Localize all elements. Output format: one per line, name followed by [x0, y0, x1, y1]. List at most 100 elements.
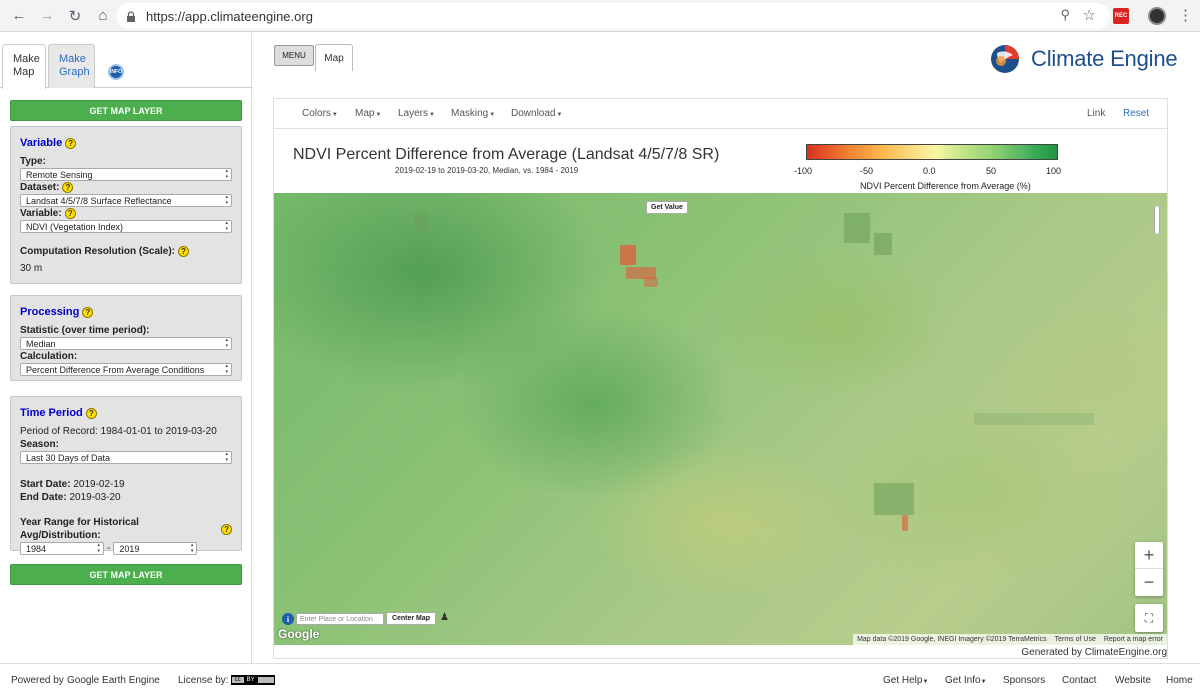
legend-tick: 0.0: [923, 166, 936, 176]
globe-logo-icon: [989, 43, 1021, 75]
back-icon[interactable]: ←: [8, 5, 30, 27]
info-icon[interactable]: INFO: [108, 64, 124, 80]
help-icon[interactable]: ?: [221, 523, 232, 535]
nav-masking[interactable]: Masking▼: [451, 108, 495, 119]
footer-home[interactable]: Home: [1166, 675, 1193, 686]
attribution-text: Map data ©2019 Google, INEGI Imagery ©20…: [857, 636, 1047, 643]
footer-sponsors[interactable]: Sponsors: [1003, 675, 1045, 686]
menu-button[interactable]: MENU: [274, 45, 314, 66]
creative-commons-icon[interactable]: cc BY: [230, 675, 275, 686]
year-from-select[interactable]: 1984: [20, 542, 104, 555]
browser-menu-icon[interactable]: ⋮: [1178, 6, 1193, 24]
extension-icon[interactable]: REC: [1113, 8, 1129, 24]
help-icon[interactable]: ?: [64, 208, 76, 219]
map-title: NDVI Percent Difference from Average (La…: [293, 146, 720, 163]
footer-contact[interactable]: Contact: [1062, 675, 1096, 686]
get-value-button[interactable]: Get Value: [646, 201, 688, 214]
processing-panel: Processing? Statistic (over time period)…: [10, 295, 242, 381]
terms-link[interactable]: Terms of Use: [1055, 636, 1096, 643]
bookmark-star-icon[interactable]: ☆: [1083, 6, 1096, 24]
fullscreen-icon[interactable]: ⛶: [1135, 604, 1163, 632]
location-info-icon[interactable]: i: [282, 613, 294, 625]
map-patch: [902, 515, 908, 531]
year-separator: -: [107, 543, 111, 554]
type-label: Type:: [20, 156, 46, 167]
color-legend-bar: [806, 144, 1058, 160]
year-to-select[interactable]: 2019: [113, 542, 198, 555]
resolution-label: Computation Resolution (Scale):?: [20, 245, 232, 258]
footer-get-help[interactable]: Get Help▼: [883, 675, 928, 686]
footer: Powered by Google Earth Engine License b…: [0, 663, 1200, 698]
home-icon[interactable]: ⌂: [92, 5, 114, 27]
map-navbar: Colors▼ Map▼ Layers▼ Masking▼ Download▼ …: [274, 99, 1167, 129]
type-select[interactable]: Remote Sensing: [20, 168, 232, 181]
variable-label: Variable:?: [20, 207, 232, 220]
help-icon[interactable]: ?: [62, 182, 74, 193]
nav-reset[interactable]: Reset: [1123, 108, 1149, 119]
get-map-layer-button-bottom[interactable]: GET MAP LAYER: [10, 564, 242, 585]
dataset-select[interactable]: Landsat 4/5/7/8 Surface Reflectance: [20, 194, 232, 207]
pegman-icon[interactable]: ♟: [440, 612, 449, 623]
footer-website[interactable]: Website: [1115, 675, 1151, 686]
nav-colors[interactable]: Colors▼: [302, 108, 338, 119]
help-icon[interactable]: ?: [178, 246, 189, 257]
legend-tick: -50: [860, 166, 874, 176]
mode-tabs: Make Map Make Graph INFO: [0, 44, 252, 89]
nav-download[interactable]: Download▼: [511, 108, 562, 119]
map-field: [974, 413, 1094, 425]
opacity-slider[interactable]: [1154, 205, 1160, 235]
processing-heading: Processing?: [20, 306, 232, 318]
start-date-row: Start Date: 2019-02-19: [20, 479, 125, 490]
legend-tick: 100: [1046, 166, 1062, 176]
end-date-value[interactable]: 2019-03-20: [69, 492, 120, 503]
start-date-value[interactable]: 2019-02-19: [73, 479, 124, 490]
variable-select[interactable]: NDVI (Vegetation Index): [20, 220, 232, 233]
year-range-row: 1984 - 2019: [20, 542, 232, 555]
season-select[interactable]: Last 30 Days of Data: [20, 451, 232, 464]
google-logo: Google: [278, 627, 320, 641]
nav-link[interactable]: Link: [1087, 108, 1105, 119]
map-field: [844, 213, 870, 243]
help-icon[interactable]: ?: [65, 137, 77, 149]
end-date-row: End Date: 2019-03-20: [20, 492, 121, 503]
tab-map[interactable]: Map: [315, 44, 353, 71]
location-search-input[interactable]: Enter Place or Location: [296, 613, 384, 625]
legend-title: NDVI Percent Difference from Average (%): [860, 181, 1031, 191]
map-container: Colors▼ Map▼ Layers▼ Masking▼ Download▼ …: [273, 98, 1168, 659]
zoom-icon[interactable]: ⚲: [1060, 7, 1070, 23]
nav-layers[interactable]: Layers▼: [398, 108, 435, 119]
license-label: License by: cc BY: [178, 675, 275, 686]
statistic-label: Statistic (over time period):: [20, 325, 150, 336]
statistic-select[interactable]: Median: [20, 337, 232, 350]
forward-icon[interactable]: →: [36, 5, 58, 27]
footer-get-info[interactable]: Get Info▼: [945, 675, 987, 686]
map-patch: [644, 277, 658, 287]
help-icon[interactable]: ?: [82, 306, 94, 318]
time-period-panel: Time Period? Period of Record: 1984-01-0…: [10, 396, 242, 555]
report-error-link[interactable]: Report a map error: [1104, 636, 1163, 643]
zoom-out-icon[interactable]: −: [1135, 569, 1163, 596]
help-icon[interactable]: ?: [85, 407, 97, 419]
reload-icon[interactable]: ↻: [64, 5, 86, 27]
zoom-in-icon[interactable]: +: [1135, 542, 1163, 569]
center-map-button[interactable]: Center Map: [386, 612, 436, 625]
profile-avatar[interactable]: [1148, 7, 1166, 25]
nav-map[interactable]: Map▼: [355, 108, 381, 119]
address-bar[interactable]: https://app.climateengine.org ⚲ ☆: [116, 3, 1110, 29]
calculation-label: Calculation:: [20, 351, 78, 362]
period-of-record: Period of Record: 1984-01-01 to 2019-03-…: [20, 426, 217, 437]
left-panel: Make Map Make Graph INFO GET MAP LAYER V…: [0, 33, 252, 663]
get-map-layer-button-top[interactable]: GET MAP LAYER: [10, 100, 242, 121]
tab-make-map[interactable]: Make Map: [2, 44, 46, 89]
ndvi-map-canvas[interactable]: Get Value + − ⛶ i Enter Place or Locatio…: [274, 193, 1167, 645]
climate-engine-logo[interactable]: Climate Engine: [989, 43, 1178, 75]
google-earth-engine-link[interactable]: Google Earth Engine: [67, 675, 160, 686]
map-field: [874, 483, 914, 515]
tab-make-graph[interactable]: Make Graph: [48, 44, 95, 88]
powered-by-label: Powered by: [11, 675, 64, 686]
map-field: [414, 213, 428, 231]
year-range-label: Year Range for Historical Avg/Distributi…: [20, 516, 232, 542]
calculation-select[interactable]: Percent Difference From Average Conditio…: [20, 363, 232, 376]
browser-toolbar: ← → ↻ ⌂ https://app.climateengine.org ⚲ …: [0, 0, 1200, 32]
url-text: https://app.climateengine.org: [146, 8, 313, 24]
